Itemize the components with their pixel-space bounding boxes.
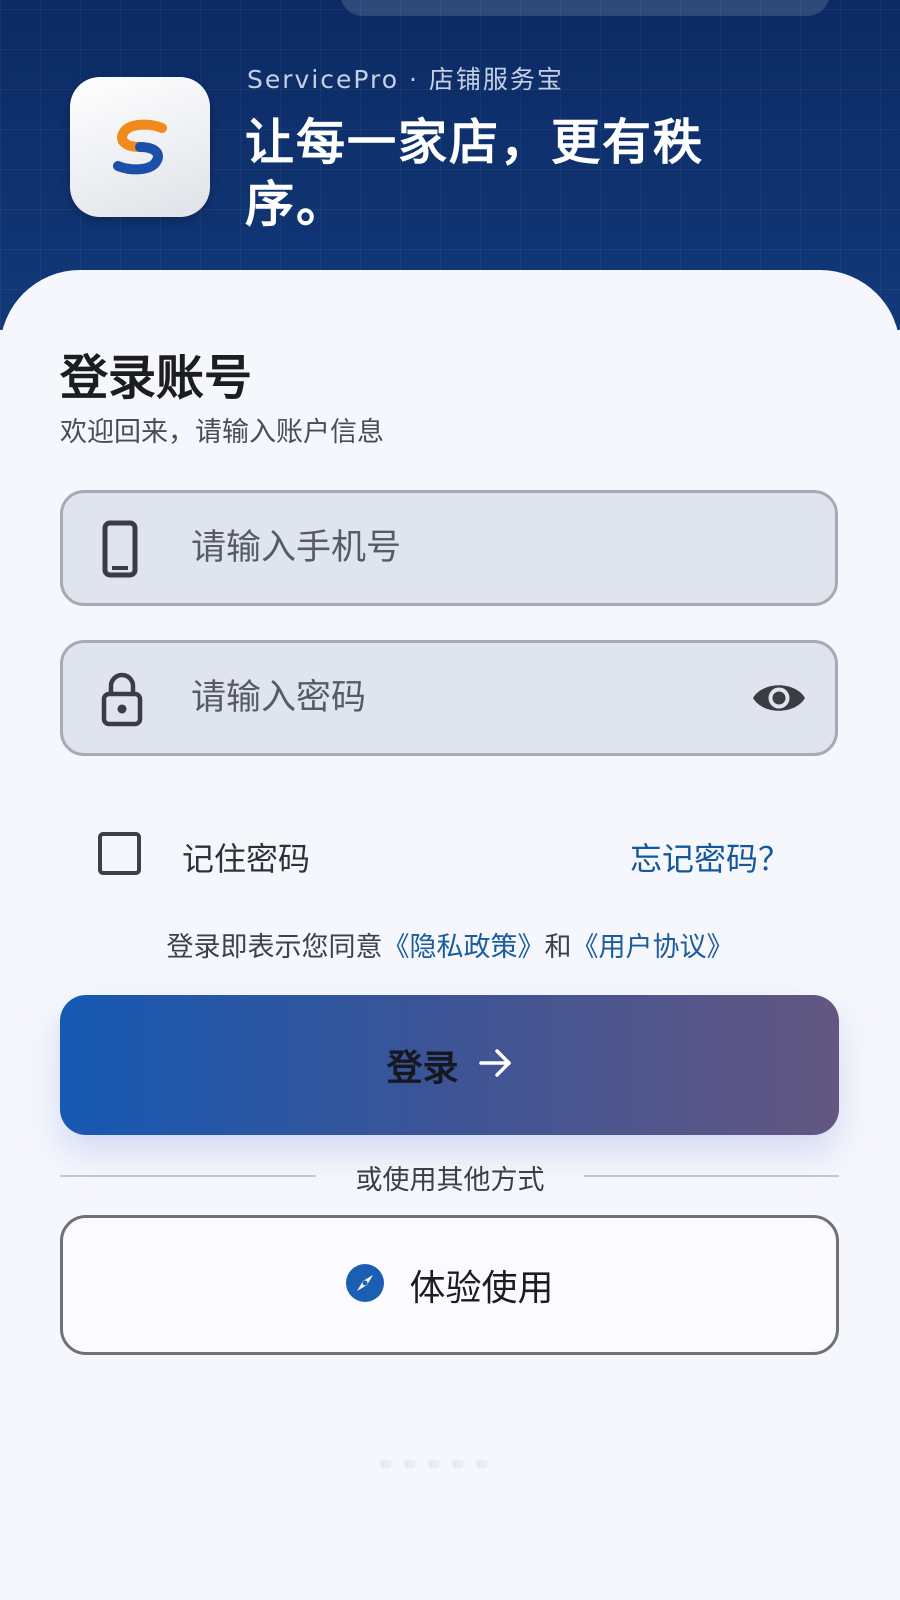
divider-right (584, 1175, 839, 1177)
phone-field[interactable] (60, 490, 838, 606)
login-button[interactable]: 登录 (60, 995, 839, 1135)
login-button-label: 登录 (386, 1048, 459, 1089)
trial-button[interactable]: 体验使用 (60, 1215, 839, 1355)
privacy-policy-link[interactable]: 《隐私政策》 (383, 932, 545, 963)
user-agreement-link[interactable]: 《用户协议》 (572, 932, 734, 963)
agreement-text: 登录即表示您同意《隐私政策》和《用户协议》 (0, 925, 900, 964)
smartphone-icon (100, 520, 140, 582)
remember-checkbox[interactable] (98, 832, 141, 875)
page-title: 登录账号 (60, 350, 253, 406)
remember-label[interactable]: 记住密码 (182, 834, 310, 880)
divider-left (60, 1175, 316, 1177)
password-field[interactable] (60, 640, 838, 756)
phone-input[interactable] (191, 518, 711, 578)
status-pill (340, 0, 830, 16)
eye-icon[interactable] (751, 678, 807, 722)
servicepro-logo-icon (70, 77, 210, 217)
indicator-dot (428, 1460, 440, 1468)
lock-icon (100, 670, 144, 732)
agreement-prefix: 登录即表示您同意 (166, 932, 383, 963)
password-input[interactable] (191, 668, 711, 728)
divider-text: 或使用其他方式 (355, 1165, 545, 1196)
indicator-dot (404, 1460, 416, 1468)
compass-icon (345, 1263, 385, 1307)
agreement-and: 和 (544, 932, 572, 963)
indicator-dot (380, 1460, 392, 1468)
trial-button-label: 体验使用 (409, 1268, 554, 1309)
indicator-dot (476, 1460, 488, 1468)
indicator-dot (452, 1460, 464, 1468)
brand-name: ServicePro · 店铺服务宝 (247, 65, 564, 94)
tagline: 让每一家店，更有秩序。 (245, 114, 705, 233)
forgot-password-link[interactable]: 忘记密码？ (630, 834, 790, 880)
page-subtitle: 欢迎回来，请输入账户信息 (60, 417, 384, 448)
arrow-right-icon (478, 1048, 513, 1082)
page-indicator (380, 1460, 500, 1468)
